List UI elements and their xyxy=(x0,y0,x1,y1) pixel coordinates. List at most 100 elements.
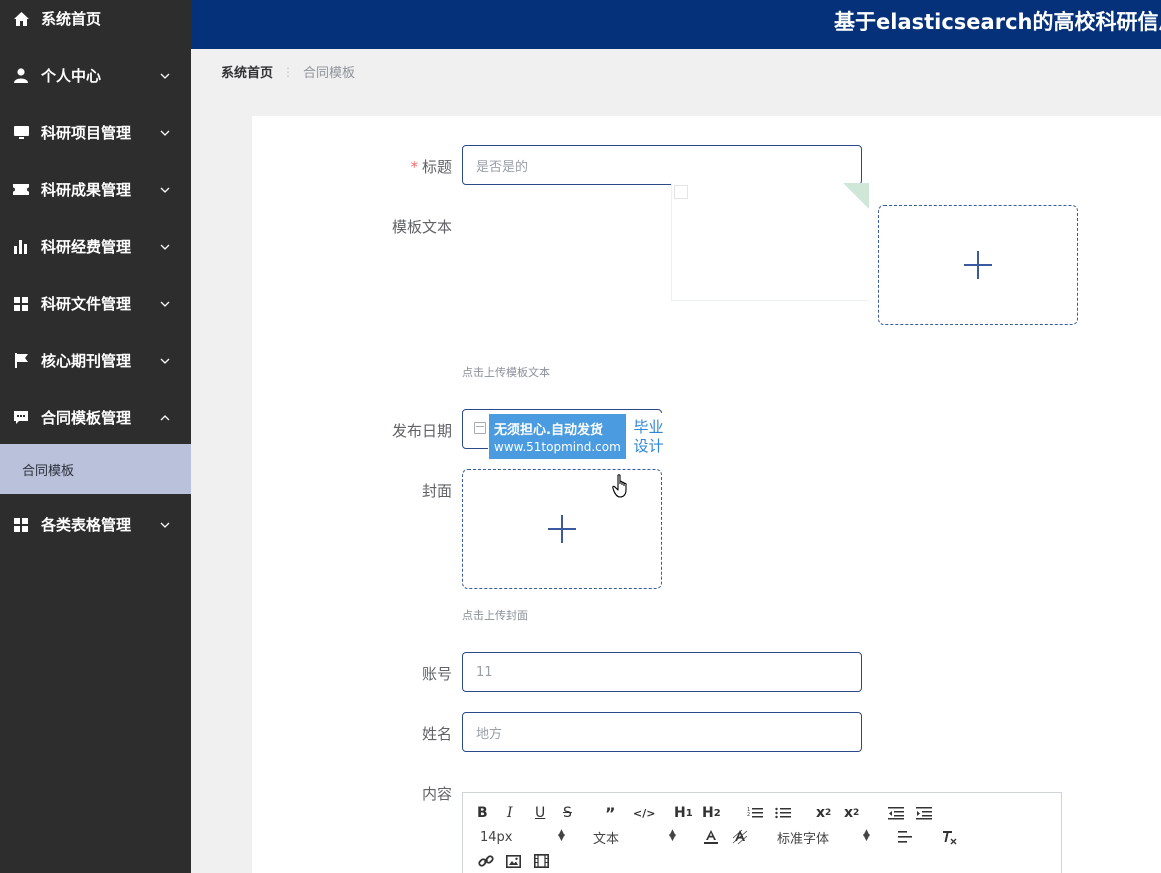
sidebar-item-label: 科研项目管理 xyxy=(41,124,132,142)
sidebar-item-label: 各类表格管理 xyxy=(41,516,132,534)
breadcrumb-home[interactable]: 系统首页 xyxy=(221,62,273,81)
code-block-icon[interactable]: </> xyxy=(633,803,655,823)
svg-text:2: 2 xyxy=(747,812,750,818)
link-icon[interactable] xyxy=(478,851,494,871)
hand-cursor-icon xyxy=(612,474,627,498)
sidebar-item-label: 科研文件管理 xyxy=(41,295,132,313)
heading2-icon[interactable]: H2 xyxy=(702,803,721,823)
cover-upload-hint: 点击上传封面 xyxy=(462,609,528,622)
sidebar-subitem-label: 合同模板 xyxy=(22,463,75,479)
sidebar-item-core-journals[interactable]: 核心期刊管理 xyxy=(0,332,191,389)
align-icon[interactable] xyxy=(898,827,912,847)
plus-icon xyxy=(548,515,576,543)
watermark-right1: 毕业 xyxy=(633,417,664,436)
sidebar-item-label: 合同模板管理 xyxy=(41,409,132,427)
grid-icon xyxy=(13,296,29,312)
monitor-icon xyxy=(13,125,29,141)
superscript-icon[interactable]: x2 xyxy=(844,803,859,823)
font-size-select[interactable]: 14px ▲ ▼ xyxy=(480,827,566,847)
top-header: 基于elasticsearch的高校科研信息 xyxy=(191,0,1161,49)
select-arrows-icon: ▲ ▼ xyxy=(669,828,676,843)
cover-label: 封面 xyxy=(421,482,452,500)
sidebar-item-forms[interactable]: 各类表格管理 xyxy=(0,496,191,553)
sidebar-item-label: 个人中心 xyxy=(41,67,102,85)
chevron-up-icon xyxy=(160,414,170,420)
strikethrough-icon[interactable]: S xyxy=(563,803,572,823)
content-label: 内容 xyxy=(421,785,452,803)
underline-icon[interactable]: U xyxy=(535,803,545,823)
preview-corner-decoration xyxy=(843,183,869,209)
name-input[interactable]: 地方 xyxy=(462,712,862,752)
sidebar-item-research-projects[interactable]: 科研项目管理 xyxy=(0,104,191,161)
flag-icon xyxy=(13,353,29,369)
font-family-select[interactable]: 标准字体 ▲ ▼ xyxy=(777,827,871,847)
ticket-icon xyxy=(13,182,29,198)
chevron-down-icon xyxy=(160,130,170,136)
template-text-label: 模板文本 xyxy=(391,218,452,236)
breadcrumb-current: 合同模板 xyxy=(303,66,356,81)
sidebar-subitem-contract-template[interactable]: 合同模板 xyxy=(0,444,191,494)
bold-icon[interactable]: B xyxy=(477,803,488,823)
heading1-icon[interactable]: H1 xyxy=(674,803,693,823)
template-upload-button[interactable] xyxy=(878,205,1078,325)
sidebar-item-label: 核心期刊管理 xyxy=(41,352,132,370)
name-label: 姓名 xyxy=(421,725,452,743)
bullet-list-icon[interactable] xyxy=(775,803,791,823)
chevron-down-icon xyxy=(160,244,170,250)
breadcrumb-separator-icon: ⋮ xyxy=(282,64,295,79)
sidebar-item-label: 科研成果管理 xyxy=(41,181,132,199)
breadcrumb: 系统首页 ⋮ 合同模板 xyxy=(221,62,356,82)
chevron-down-icon xyxy=(160,301,170,307)
text-style-select[interactable]: 文本 ▲ ▼ xyxy=(593,827,679,847)
grid-icon xyxy=(13,517,29,533)
outdent-icon[interactable] xyxy=(888,803,904,823)
sidebar: 系统首页 个人中心 科研项目管理 科研成果管理 科研经费管理 科研文件管理 核心… xyxy=(0,0,191,873)
clear-format-icon[interactable] xyxy=(941,827,957,847)
rich-text-editor[interactable]: B I U S ” </> H1 H2 12 x2 x2 14px ▲ ▼ 文本 … xyxy=(462,792,1062,873)
video-icon[interactable] xyxy=(534,851,549,871)
sidebar-item-home[interactable]: 系统首页 xyxy=(0,0,191,47)
select-arrows-icon: ▲ ▼ xyxy=(558,828,565,843)
sidebar-item-research-results[interactable]: 科研成果管理 xyxy=(0,161,191,218)
sidebar-item-contract-templates[interactable]: 合同模板管理 xyxy=(0,389,191,446)
watermark-line2: www.51topmind.com xyxy=(494,440,621,454)
select-arrows-icon: ▲ ▼ xyxy=(863,828,870,843)
chevron-down-icon xyxy=(160,73,170,79)
user-icon xyxy=(13,68,29,84)
italic-icon[interactable]: I xyxy=(507,803,513,823)
calendar-icon xyxy=(474,422,486,434)
chevron-down-icon xyxy=(160,522,170,528)
sidebar-item-research-files[interactable]: 科研文件管理 xyxy=(0,275,191,332)
image-icon[interactable] xyxy=(506,851,521,871)
background-color-icon[interactable] xyxy=(732,827,748,847)
template-upload-hint: 点击上传模板文本 xyxy=(462,366,550,379)
indent-icon[interactable] xyxy=(916,803,932,823)
sidebar-item-personal-center[interactable]: 个人中心 xyxy=(0,47,191,104)
cover-upload-button[interactable] xyxy=(462,469,662,589)
sidebar-item-research-funds[interactable]: 科研经费管理 xyxy=(0,218,191,275)
publish-date-label: 发布日期 xyxy=(391,422,452,440)
home-icon xyxy=(13,11,29,27)
account-label: 账号 xyxy=(421,665,452,683)
bar-chart-icon xyxy=(13,239,29,255)
chevron-down-icon xyxy=(160,358,170,364)
watermark-right2: 设计 xyxy=(633,436,664,455)
title-input[interactable]: 是否是的 xyxy=(462,145,862,185)
chevron-down-icon xyxy=(160,187,170,193)
blockquote-icon[interactable]: ” xyxy=(605,803,616,823)
sidebar-item-label: 科研经费管理 xyxy=(41,238,132,256)
template-preview-image xyxy=(671,183,869,301)
subscript-icon[interactable]: x2 xyxy=(816,803,831,823)
watermark-badge: 无须担心.自动发货 www.51topmind.com 毕业 设计 xyxy=(488,413,672,460)
ordered-list-icon[interactable]: 12 xyxy=(747,803,763,823)
sidebar-item-label: 系统首页 xyxy=(41,10,102,28)
app-title: 基于elasticsearch的高校科研信息 xyxy=(834,10,1161,34)
required-asterisk: * xyxy=(410,158,418,176)
watermark-line1: 无须担心.自动发货 xyxy=(494,423,603,438)
font-color-icon[interactable] xyxy=(704,827,718,847)
chat-icon xyxy=(13,410,29,426)
plus-icon xyxy=(964,251,992,279)
broken-image-icon xyxy=(674,185,688,199)
account-input[interactable]: 11 xyxy=(462,652,862,692)
title-label: * 标题 xyxy=(410,158,452,176)
